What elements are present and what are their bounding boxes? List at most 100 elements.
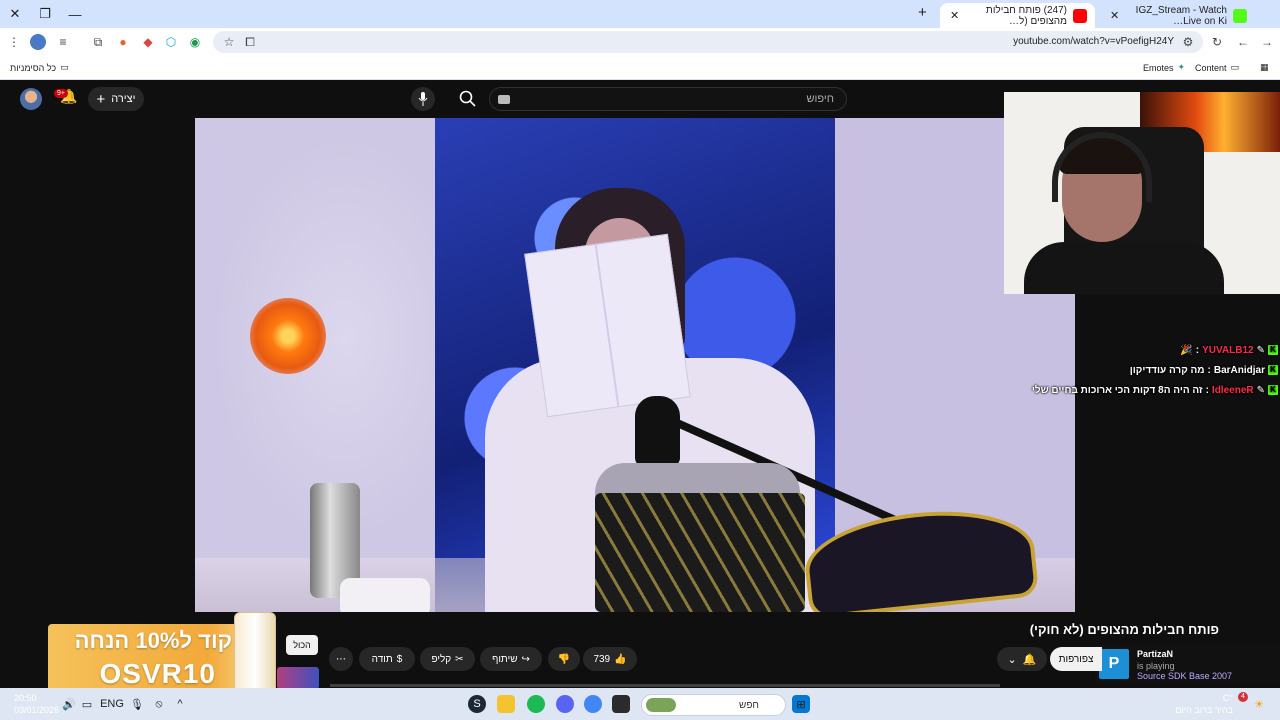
thumbs-up-icon: 👍 xyxy=(614,653,627,665)
site-settings-icon[interactable]: ⚙ xyxy=(1180,34,1196,50)
bookmark-content-label: Content xyxy=(1195,62,1227,73)
like-count: 739 xyxy=(593,653,611,665)
clip-button[interactable]: ✂ קליפ xyxy=(420,647,475,671)
video-player[interactable] xyxy=(195,118,1075,612)
held-paper xyxy=(524,233,691,418)
back-icon[interactable]: ← xyxy=(1235,34,1251,50)
folder-icon: ▭ xyxy=(60,62,69,72)
more-actions-button[interactable]: ⋯ xyxy=(329,647,353,671)
bookmark-emotes-label: Emotes xyxy=(1143,62,1174,73)
youtube-favicon-icon xyxy=(1073,8,1087,23)
ad-code: OSVR10 xyxy=(99,658,216,689)
emote-icon: 🎉 xyxy=(1180,344,1193,356)
chat-text: זה היה ה8 דקות הכי ארוכות בחיים שלי xyxy=(1031,384,1203,396)
forward-icon[interactable]: → xyxy=(1259,34,1275,50)
chat-separator: : xyxy=(1195,344,1200,356)
recommended-thumbnail[interactable] xyxy=(277,667,319,689)
pencil-icon: ✎ xyxy=(1256,384,1265,396)
search-placeholder: חיפוש xyxy=(806,93,834,105)
close-tab-icon[interactable]: ✕ xyxy=(948,9,959,22)
extension-blue-icon[interactable]: ⬡ xyxy=(163,34,179,50)
filter-chip-all[interactable]: הכול xyxy=(286,635,318,655)
more-icon: ⋯ xyxy=(336,653,346,665)
extension-shield-icon[interactable]: ◆ xyxy=(140,34,156,50)
microphone xyxy=(635,396,680,466)
terminal-icon[interactable] xyxy=(612,695,630,713)
tab-kick[interactable]: IGZ_Stream - Watch Live on Ki… ✕ xyxy=(1100,3,1255,28)
minimize-window-icon[interactable]: — xyxy=(63,4,87,24)
card-status: is playing xyxy=(1137,661,1175,671)
taskbar-search-input[interactable]: חפש ⚲ xyxy=(641,694,786,716)
menu-icon[interactable]: ⋮ xyxy=(6,34,22,50)
share-button[interactable]: ↪ שיתוף xyxy=(480,647,542,671)
chat-separator: : xyxy=(1205,384,1209,396)
like-button[interactable]: 👍 739 xyxy=(583,647,637,671)
restore-window-icon[interactable]: ❐ xyxy=(33,4,57,24)
chrome-icon[interactable] xyxy=(584,695,602,713)
bookmark-emotes-icon: ✦ xyxy=(1177,62,1186,72)
perfume-bottle-icon xyxy=(234,612,276,694)
kick-favicon-icon xyxy=(1233,8,1247,23)
thanks-icon: $ xyxy=(396,653,403,665)
card-name: PartizaN xyxy=(1137,649,1174,659)
app-icon[interactable] xyxy=(497,695,515,713)
profile-icon[interactable] xyxy=(30,34,46,50)
kick-badge-icon: K xyxy=(1268,385,1278,395)
sponsor-overlay[interactable]: קוד ל10% הנחה OSVR10 xyxy=(48,612,276,694)
spotify-icon[interactable] xyxy=(527,695,545,713)
apps-grid-icon[interactable]: ▦ xyxy=(1260,62,1269,73)
subscribe-button[interactable]: צפורפות xyxy=(1050,647,1102,671)
chat-message: K ✎ YUVALB12 : 🎉 xyxy=(1013,340,1278,360)
share-icon: ↪ xyxy=(521,653,530,665)
weather-widget[interactable]: °C בהיר ברוב היום xyxy=(1175,692,1233,716)
facecam-overlay xyxy=(1004,92,1280,294)
kick-badge-icon: K xyxy=(1268,365,1278,375)
reload-icon[interactable]: ↻ xyxy=(1209,34,1225,50)
chat-message: K BarAnidjar : מה קרה עודדיקון xyxy=(1013,360,1278,380)
create-button[interactable]: יצירה + xyxy=(88,87,144,111)
avatar[interactable] xyxy=(20,88,42,110)
subscribe-label: צפורפות xyxy=(1058,653,1094,665)
secondary-divider xyxy=(330,684,1000,687)
mug xyxy=(340,578,430,612)
screenshot-icon[interactable]: ⧠ xyxy=(242,34,258,50)
steam-icon[interactable]: S xyxy=(468,695,486,713)
system-clock[interactable]: 20:50 03/01/2026 xyxy=(14,692,59,716)
heart-tray xyxy=(800,501,1040,612)
reading-list-icon[interactable]: ≡ xyxy=(55,34,71,50)
search-input[interactable]: חיפוש xyxy=(489,87,847,111)
extension-orange-icon[interactable]: ● xyxy=(115,34,131,50)
volume-icon[interactable]: 🔊 xyxy=(60,695,78,713)
close-window-icon[interactable]: ✕ xyxy=(3,4,27,24)
discord-icon[interactable] xyxy=(556,695,574,713)
url-text[interactable]: youtube.com/watch?v=vPoefigH24Y xyxy=(1013,36,1174,47)
language-indicator[interactable]: ENG xyxy=(100,695,124,713)
all-bookmarks[interactable]: כל הסימניות ▭ xyxy=(10,62,69,73)
windows-start-icon[interactable]: ⊞ xyxy=(792,695,810,713)
subscription-bell-button[interactable]: ⌄ 🔔 xyxy=(997,647,1047,671)
search-icon[interactable] xyxy=(458,89,478,109)
card-game: Source SDK Base 2007 xyxy=(1137,671,1233,681)
tray-chevron-icon[interactable]: ^ xyxy=(171,695,189,713)
keyboard-icon[interactable] xyxy=(498,95,510,104)
chip-label: הכול xyxy=(293,640,311,650)
extensions-icon[interactable]: ⧉ xyxy=(90,34,106,50)
tab-youtube[interactable]: (247) פותח חבילות מהצופים (ל… ✕ xyxy=(940,3,1095,28)
star-icon[interactable]: ☆ xyxy=(221,34,237,50)
bookmark-content[interactable]: Content ▭ xyxy=(1195,62,1239,73)
display-icon[interactable]: ▭ xyxy=(78,695,96,713)
folder-icon: ▭ xyxy=(1230,62,1240,72)
gift-box xyxy=(595,493,805,612)
extension-green-icon[interactable]: ◉ xyxy=(187,34,203,50)
close-tab-icon[interactable]: ✕ xyxy=(1108,9,1119,22)
bookmark-emotes[interactable]: Emotes ✦ xyxy=(1143,62,1185,73)
dislike-button[interactable]: 👎 xyxy=(548,647,580,671)
thanks-button[interactable]: $ תודה xyxy=(359,647,415,671)
kick-badge-icon: K xyxy=(1268,345,1278,355)
network-icon[interactable]: ⦸ xyxy=(150,695,168,713)
microphone-icon[interactable]: 🎙 xyxy=(128,695,146,713)
now-playing-card: P PartizaN is playing Source SDK Base 20… xyxy=(1095,645,1280,685)
clip-label: קליפ xyxy=(431,653,452,665)
new-tab-button[interactable]: + xyxy=(918,4,927,21)
voice-search-icon[interactable] xyxy=(411,87,435,111)
